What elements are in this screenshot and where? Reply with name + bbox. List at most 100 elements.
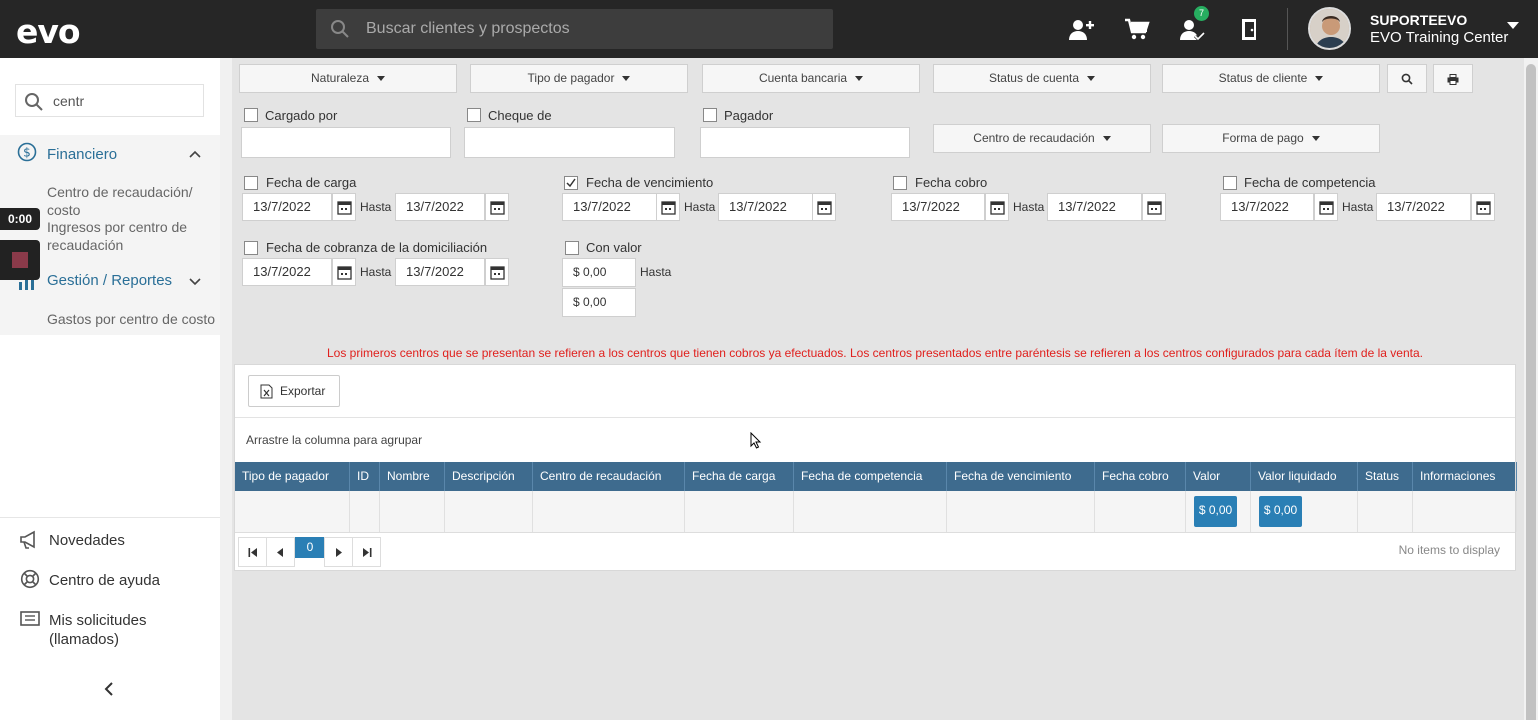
export-button[interactable]: Exportar [248,375,340,407]
recording-stop-button[interactable] [0,240,40,280]
print-button[interactable] [1433,64,1473,93]
con-valor-checkbox[interactable] [565,241,579,255]
current-page[interactable]: 0 [295,537,325,558]
scrollbar[interactable] [1524,58,1538,720]
scrollbar-thumb[interactable] [1526,64,1536,720]
date-from-picker-button[interactable] [656,193,680,221]
cargado-por-input[interactable] [241,127,451,158]
date-to-input[interactable]: 13/7/2022 [395,258,485,286]
sidebar-search-input[interactable]: centr [15,84,204,117]
pagador-input[interactable] [700,127,910,158]
no-items-message: No items to display [1398,543,1500,557]
dropdown-forma-pago[interactable]: Forma de pago [1162,124,1380,153]
date-filter-checkbox[interactable] [1223,176,1237,190]
column-header[interactable]: Descripción [445,462,533,491]
cheque-de-checkbox[interactable] [467,108,481,122]
sidebar-item-centro-recaudacion-costo[interactable]: Centro de recaudación/ costo [47,183,221,219]
user-center[interactable]: EVO Training Center [1370,29,1508,46]
cargado-por-checkbox[interactable] [244,108,258,122]
add-user-icon[interactable] [1067,16,1095,44]
lifebuoy-icon [20,569,40,589]
sidebar-item-gastos-centro-costo[interactable]: Gastos por centro de costo [47,310,215,328]
dropdown-status-cuenta[interactable]: Status de cuenta [933,64,1151,93]
date-from-picker-button[interactable] [332,258,356,286]
column-header[interactable]: Tipo de pagador [235,462,350,491]
date-to-input[interactable]: 13/7/2022 [718,193,813,221]
table-cell [685,491,794,532]
caret-down-icon [622,76,631,82]
column-header[interactable]: Centro de recaudación [533,462,685,491]
date-filter-checkbox[interactable] [244,176,258,190]
caret-down-icon [1315,76,1324,82]
column-header[interactable]: Nombre [380,462,445,491]
date-from-input[interactable]: 13/7/2022 [562,193,657,221]
dropdown-centro-recaudacion[interactable]: Centro de recaudación [933,124,1151,153]
date-filter-checkbox[interactable] [893,176,907,190]
column-header[interactable]: ID [350,462,380,491]
dropdown-status-cliente[interactable]: Status de cliente [1162,64,1380,93]
date-to-picker-button[interactable] [1471,193,1495,221]
dropdown-cuenta-bancaria[interactable]: Cuenta bancaria [702,64,920,93]
dropdown-naturaleza[interactable]: Naturaleza [239,64,457,93]
prev-page-button[interactable] [266,537,295,567]
date-from-picker-button[interactable] [1314,193,1338,221]
user-name[interactable]: SUPORTEEVO [1370,12,1467,28]
table-cell [350,491,380,532]
column-header[interactable]: Status [1358,462,1413,491]
avatar[interactable] [1308,7,1351,50]
valor-hasta-input[interactable]: $ 0,00 [562,288,636,317]
date-from-input[interactable]: 13/7/2022 [891,193,985,221]
chevron-up-icon[interactable] [189,150,201,158]
column-header[interactable]: Fecha cobro [1095,462,1186,491]
column-header[interactable]: Fecha de vencimiento [947,462,1095,491]
column-header[interactable]: Valor [1186,462,1251,491]
sidebar-section-financiero[interactable]: Financiero [47,146,117,163]
global-search-placeholder: Buscar clientes y prospectos [366,20,570,37]
sidebar-footer-centro-ayuda[interactable]: Centro de ayuda [49,571,160,590]
date-filter-checkbox[interactable] [564,176,578,190]
first-page-button[interactable] [238,537,267,567]
group-panel[interactable]: Arrastre la columna para agrupar [235,417,1515,462]
date-to-picker-button[interactable] [485,193,509,221]
sidebar-footer-novedades[interactable]: Novedades [49,531,125,550]
date-to-picker-button[interactable] [812,193,836,221]
excel-icon [260,384,273,399]
dropdown-tipo-pagador[interactable]: Tipo de pagador [470,64,688,93]
date-to-picker-button[interactable] [1142,193,1166,221]
con-valor-label: Con valor [586,240,642,255]
chevron-down-icon[interactable] [189,278,201,286]
last-page-button[interactable] [352,537,381,567]
sidebar-section-gestion-reportes[interactable]: Gestión / Reportes [47,272,172,289]
next-page-button[interactable] [324,537,353,567]
global-search-input[interactable]: Buscar clientes y prospectos [316,9,833,49]
date-from-picker-button[interactable] [332,193,356,221]
column-header[interactable]: Fecha de competencia [794,462,947,491]
date-to-input[interactable]: 13/7/2022 [1047,193,1142,221]
chevron-down-icon[interactable] [1507,22,1519,29]
caret-down-icon [377,76,386,82]
cart-icon[interactable] [1123,16,1151,44]
pagador-checkbox[interactable] [703,108,717,122]
date-from-picker-button[interactable] [985,193,1009,221]
evo-logo[interactable]: evo [16,12,81,51]
column-header[interactable]: Informaciones [1413,462,1517,491]
date-to-input[interactable]: 13/7/2022 [1376,193,1471,221]
door-icon[interactable] [1236,16,1264,44]
date-from-input[interactable]: 13/7/2022 [1220,193,1314,221]
table-cell: $ 0,00 [1251,491,1358,532]
date-from-input[interactable]: 13/7/2022 [242,193,332,221]
date-to-picker-button[interactable] [485,258,509,286]
sidebar-item-ingresos-centro[interactable]: Ingresos por centro de recaudación [47,218,212,254]
dollar-icon: $ [17,142,37,162]
date-filter-checkbox[interactable] [244,241,258,255]
search-button[interactable] [1387,64,1427,93]
column-header[interactable]: Valor liquidado [1251,462,1358,491]
date-from-input[interactable]: 13/7/2022 [242,258,332,286]
column-header[interactable]: Fecha de carga [685,462,794,491]
valor-desde-input[interactable]: $ 0,00 [562,258,636,287]
sidebar-footer-mis-solicitudes[interactable]: Mis solicitudes (llamados) [49,611,169,649]
collapse-sidebar-icon[interactable] [104,682,114,696]
cheque-de-input[interactable] [464,127,675,158]
search-icon [25,93,43,111]
date-to-input[interactable]: 13/7/2022 [395,193,485,221]
